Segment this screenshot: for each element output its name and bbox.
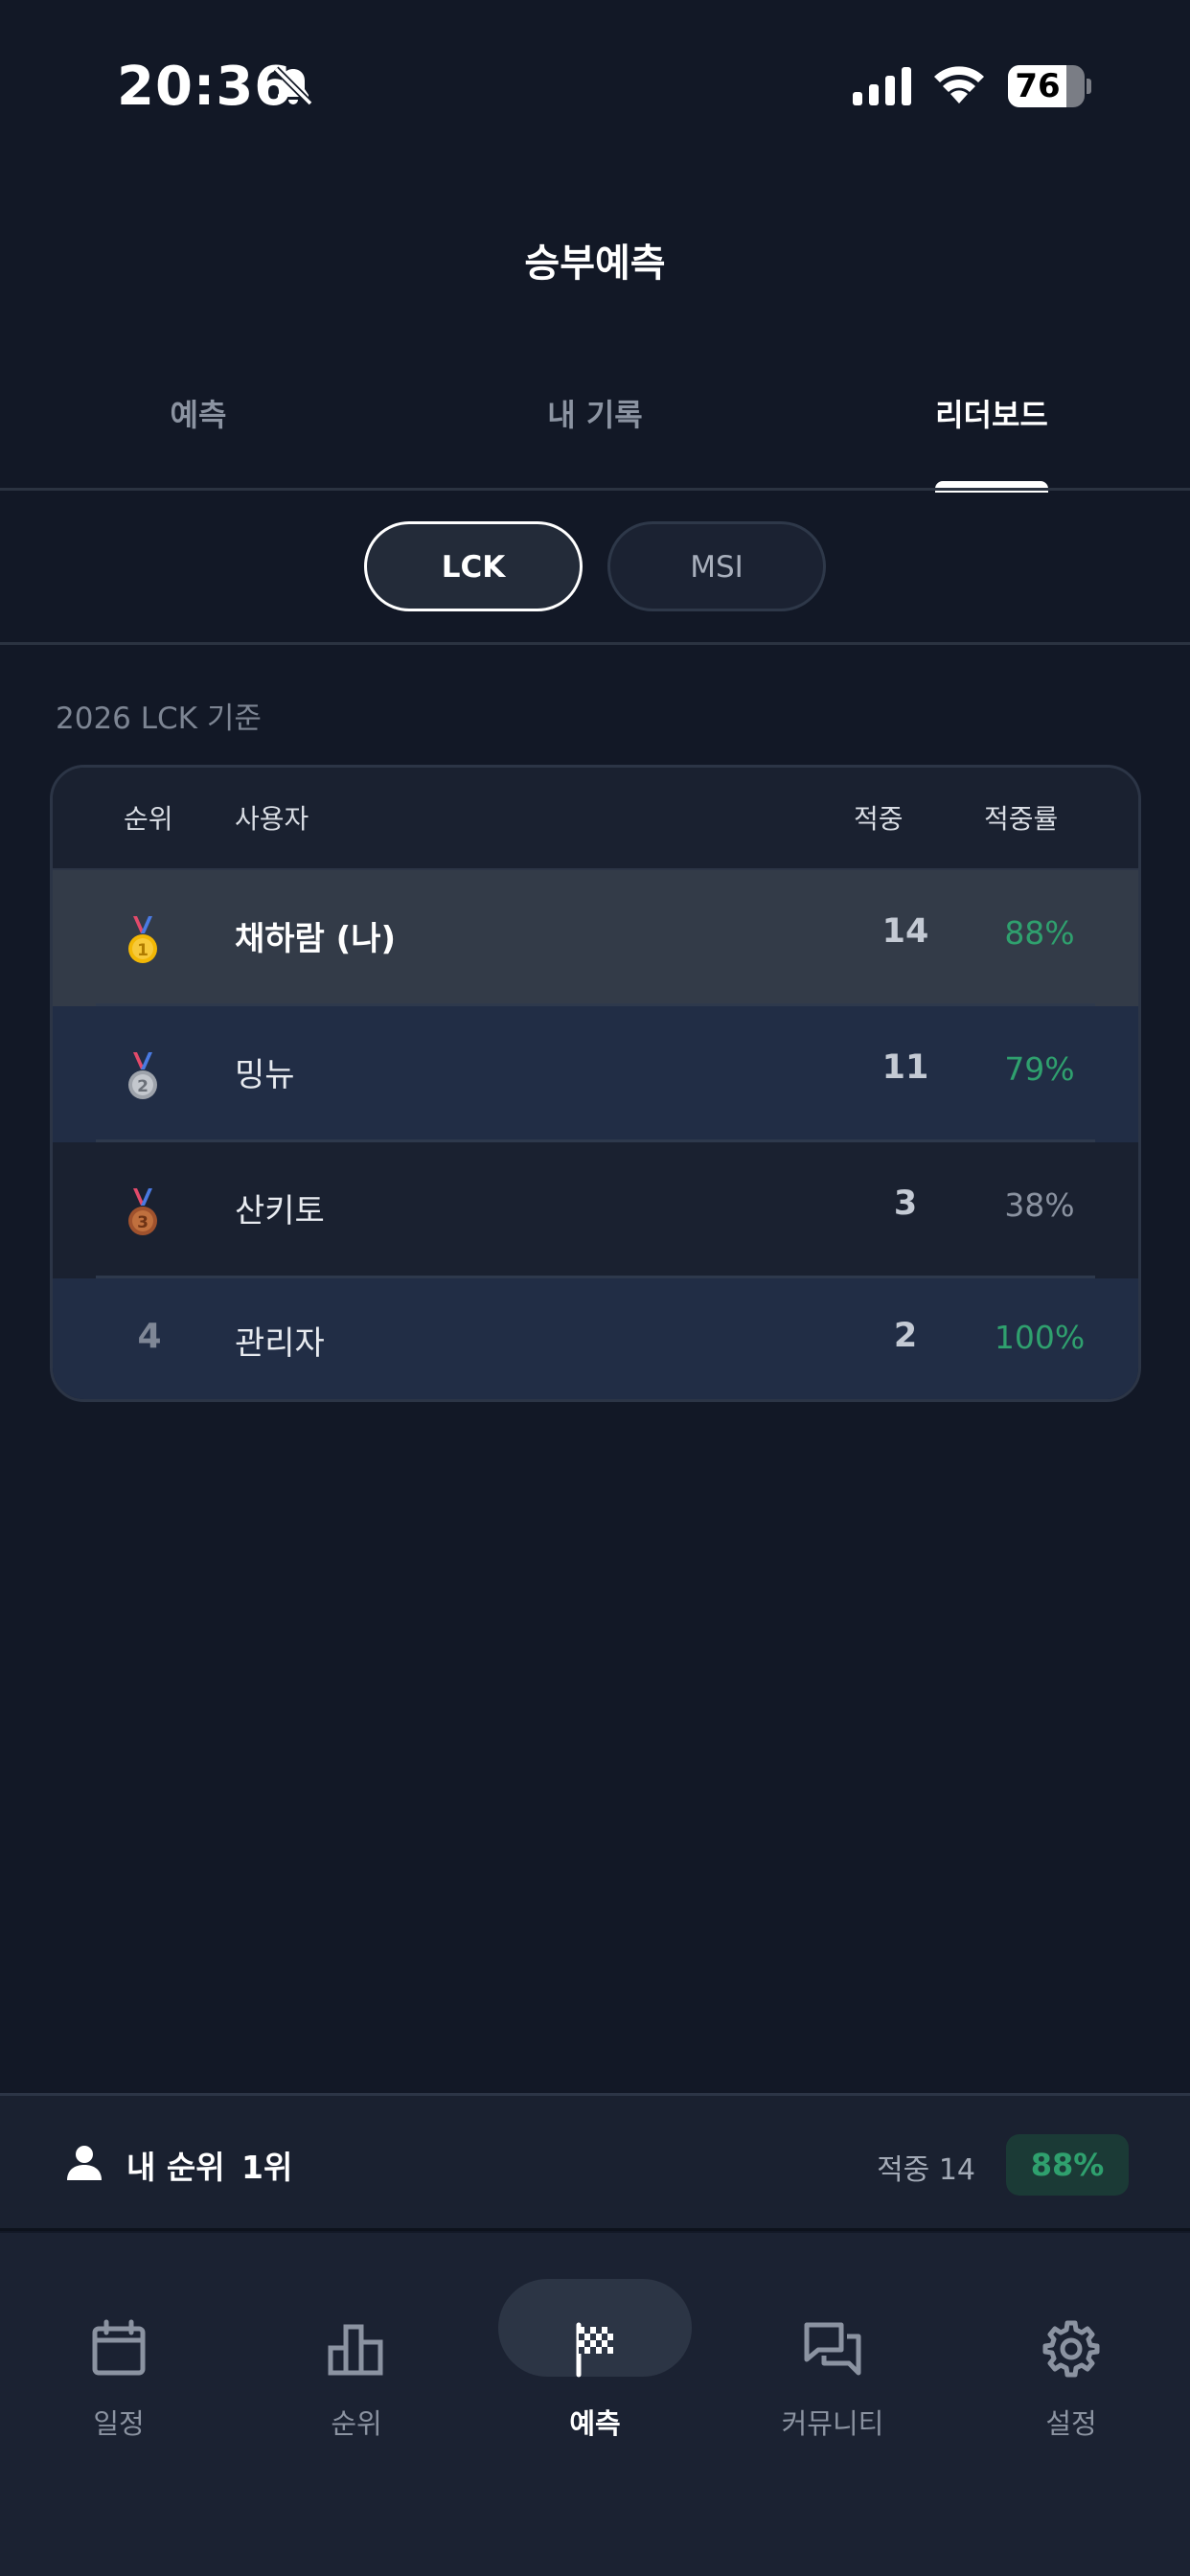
gear-icon xyxy=(1042,2320,1100,2378)
svg-text:1: 1 xyxy=(137,941,149,960)
segment-msi[interactable]: MSI xyxy=(607,521,826,611)
svg-text:2: 2 xyxy=(137,1077,149,1096)
bottom-navigation: 일정 순위 예측 커뮤니티 설정 xyxy=(0,2233,1190,2576)
my-hits: 적중 14 xyxy=(877,2153,975,2187)
my-rank-bar: 내 순위 1위 적중 14 88% xyxy=(0,2093,1190,2231)
hit-rate: 100% xyxy=(994,1319,1086,1356)
nav-item-community[interactable]: 커뮤니티 xyxy=(714,2294,951,2457)
nav-item-predict[interactable]: 예측 xyxy=(476,2294,714,2457)
nav-label: 일정 xyxy=(93,2407,145,2440)
gold-medal-icon: 1 xyxy=(128,916,157,963)
segment-lck[interactable]: LCK xyxy=(364,521,583,611)
tab-predict[interactable]: 예측 xyxy=(0,391,397,435)
status-time: 20:36 xyxy=(117,56,293,118)
hit-rate: 79% xyxy=(1004,1050,1075,1088)
my-rank-value: 1위 xyxy=(241,2149,293,2186)
my-rank-label: 내 순위 xyxy=(126,2149,225,2186)
nav-item-schedule[interactable]: 일정 xyxy=(0,2294,238,2457)
user-name: 산키토 xyxy=(235,1192,325,1230)
battery-tip xyxy=(1087,79,1091,94)
page-title: 승부예측 xyxy=(524,242,666,286)
season-caption: 2026 LCK 기준 xyxy=(56,702,262,736)
nav-label: 커뮤니티 xyxy=(781,2407,884,2440)
status-bar: 20:36 76 xyxy=(0,0,1190,172)
tabs-divider xyxy=(0,488,1190,491)
silver-medal-icon: 2 xyxy=(128,1052,157,1099)
column-header-hits: 적중 xyxy=(854,803,904,835)
nav-item-settings[interactable]: 설정 xyxy=(952,2294,1190,2457)
nav-item-standings[interactable]: 순위 xyxy=(238,2294,475,2457)
hit-rate: 38% xyxy=(1004,1186,1075,1224)
table-row[interactable]: 4 관리자 2 100% xyxy=(53,1278,1138,1399)
hit-rate: 88% xyxy=(1004,914,1075,952)
svg-text:3: 3 xyxy=(137,1213,149,1232)
column-header-rank: 순위 xyxy=(124,803,173,835)
bell-muted-icon xyxy=(273,66,313,106)
user-name: 밍뉴 xyxy=(235,1056,295,1094)
table-row[interactable]: 2 밍뉴 11 79% xyxy=(53,1006,1138,1142)
tab-my-record[interactable]: 내 기록 xyxy=(397,391,793,435)
cellular-signal-icon xyxy=(853,67,911,105)
checkered-flag-icon xyxy=(576,2322,613,2378)
nav-label: 설정 xyxy=(1045,2407,1097,2440)
column-header-user: 사용자 xyxy=(235,803,309,835)
segment-divider xyxy=(0,642,1190,645)
user-name: 채하람 (나) xyxy=(235,920,397,958)
nav-label: 순위 xyxy=(331,2407,382,2440)
wifi-icon xyxy=(934,66,984,104)
calendar-icon xyxy=(92,2319,146,2376)
user-icon xyxy=(67,2146,102,2180)
table-row[interactable]: 3 산키토 3 38% xyxy=(53,1142,1138,1278)
tab-leaderboard[interactable]: 리더보드 xyxy=(793,391,1190,435)
bar-chart-icon xyxy=(328,2324,383,2376)
column-header-rate: 적중률 xyxy=(984,803,1059,835)
app-screen: 20:36 76 승부예측 예측 내 기록 리더보드 LCK MSI 2026 … xyxy=(0,0,1190,2576)
bronze-medal-icon: 3 xyxy=(128,1188,157,1235)
chat-bubbles-icon xyxy=(804,2322,861,2376)
table-header: 순위 사용자 적중 적중률 xyxy=(53,768,1138,870)
active-tab-indicator xyxy=(935,481,1048,493)
leaderboard-table: 순위 사용자 적중 적중률 1 채하람 (나) 14 88% 2 밍뉴 11 7… xyxy=(50,765,1141,1402)
battery-level: 76 xyxy=(1015,67,1061,105)
nav-label: 예측 xyxy=(569,2407,621,2440)
my-rate-badge: 88% xyxy=(1006,2134,1129,2196)
battery-indicator: 76 xyxy=(1008,65,1085,107)
rank-number: 4 xyxy=(137,1317,162,1356)
user-name: 관리자 xyxy=(235,1324,325,1363)
table-row[interactable]: 1 채하람 (나) 14 88% xyxy=(53,870,1138,1006)
